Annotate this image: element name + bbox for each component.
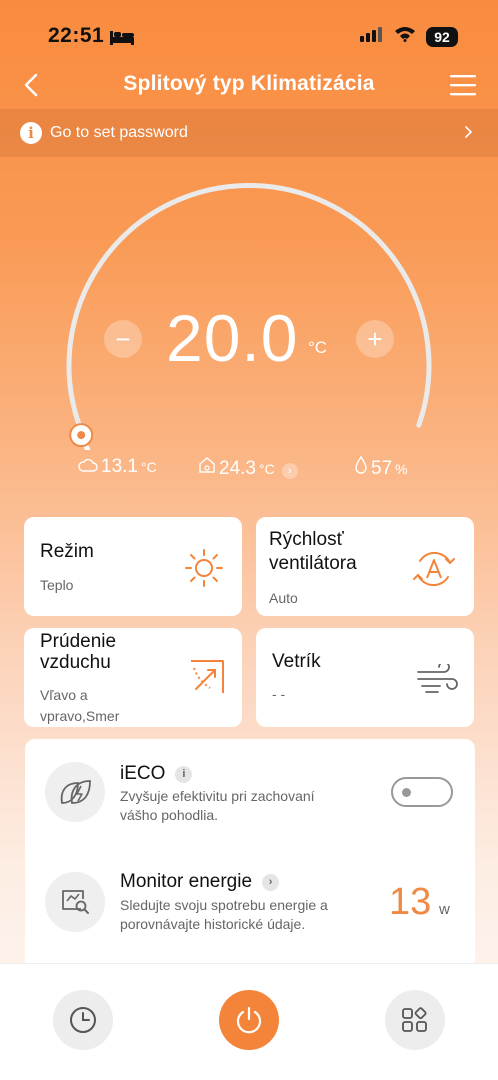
- status-indicators: 92: [360, 26, 458, 47]
- bottom-toolbar: [0, 963, 498, 1080]
- mode-card[interactable]: Režim Teplo: [24, 517, 242, 616]
- airflow-card[interactable]: Prúdenie vzduchu Vľavo a vpravo,Smer: [24, 628, 242, 727]
- outdoor-temp: 13.1: [101, 456, 138, 477]
- cloud-icon: [78, 458, 98, 472]
- features-panel: iECO i Zvyšuje efektivitu pri zachovaní …: [25, 739, 475, 979]
- fan-speed-card-title-line2: ventilátora: [269, 553, 357, 574]
- energy-title: Monitor energie: [120, 871, 253, 892]
- hamburger-menu-icon: [450, 75, 476, 96]
- wind-icon: [417, 664, 458, 693]
- mode-card-title: Režim: [40, 541, 94, 562]
- energy-chevron-right-icon[interactable]: ›: [262, 873, 280, 891]
- sleep-focus-icon: [110, 29, 134, 50]
- fan-auto-icon: [413, 551, 455, 587]
- eco-icon-badge: [45, 762, 105, 822]
- energy-power-value: 13: [389, 881, 432, 923]
- airflow-card-title-line1: Prúdenie: [40, 631, 117, 652]
- house-thermometer-icon: [199, 457, 215, 473]
- energy-icon-badge: [45, 872, 105, 932]
- indoor-temp: 24.3: [219, 458, 256, 479]
- environment-readings: 13.1 °C 24.3 °C › 57%: [0, 456, 498, 486]
- set-password-banner[interactable]: i Go to set password: [0, 109, 498, 157]
- eco-desc-line2: vášho pohodlia.: [120, 807, 219, 823]
- schedule-button[interactable]: [53, 990, 113, 1050]
- mode-card-value: Teplo: [40, 577, 74, 593]
- temperature-unit: °C: [308, 338, 328, 357]
- humidity-reading: 57%: [354, 456, 408, 480]
- dial-knob-center: [77, 431, 86, 440]
- humidity-value: 57: [371, 458, 393, 479]
- indoor-reading[interactable]: 24.3 °C ›: [198, 456, 298, 480]
- temperature-setpoint: 20.0: [166, 301, 299, 375]
- eco-toggle[interactable]: [391, 777, 453, 807]
- wifi-icon: [394, 26, 416, 47]
- apps-grid-icon: [402, 1007, 427, 1032]
- indoor-detail-chevron-icon[interactable]: ›: [281, 463, 298, 479]
- header: Splitový typ Klimatizácia: [0, 62, 498, 108]
- fan-speed-card[interactable]: Rýchlosť ventilátora Auto: [256, 517, 474, 616]
- energy-title-row[interactable]: Monitor energie ›: [120, 871, 280, 893]
- energy-desc-line2: porovnávajte historické údaje.: [120, 916, 306, 932]
- more-functions-button[interactable]: [385, 990, 445, 1050]
- fan-speed-card-value: Auto: [269, 590, 298, 606]
- energy-description: Sledujte svoju spotrebu energie a porovn…: [120, 896, 380, 934]
- battery-indicator: 92: [426, 26, 458, 47]
- eco-desc-line1: Zvyšuje efektivitu pri zachovaní: [120, 788, 315, 804]
- info-icon: i: [20, 122, 42, 144]
- page-title: Splitový typ Klimatizácia: [123, 72, 375, 95]
- eco-toggle-knob: [402, 788, 411, 797]
- airflow-card-value-line2: vpravo,Smer: [40, 708, 120, 724]
- status-time: 22:51: [48, 24, 105, 47]
- energy-power-unit: w: [439, 901, 450, 918]
- decrease-temp-button[interactable]: −: [104, 320, 142, 358]
- power-icon: [236, 1006, 262, 1034]
- breeze-card[interactable]: Vetrík - -: [256, 628, 474, 727]
- eco-leaf-icon: [60, 780, 91, 804]
- water-drop-icon: [355, 456, 367, 474]
- menu-button[interactable]: [448, 70, 478, 100]
- clock-icon: [70, 1007, 96, 1033]
- airflow-card-value-line1: Vľavo a: [40, 687, 88, 703]
- airflow-direction-icon: [191, 660, 224, 693]
- increase-temp-button[interactable]: +: [356, 320, 394, 358]
- outdoor-reading: 13.1 °C: [78, 456, 157, 478]
- chevron-right-icon: [464, 123, 474, 146]
- outdoor-temp-unit: °C: [140, 459, 157, 475]
- energy-desc-line1: Sledujte svoju spotrebu energie a: [120, 897, 328, 913]
- fan-speed-card-title-line1: Rýchlosť: [269, 529, 344, 550]
- cellular-signal-icon: [360, 26, 384, 47]
- eco-title: iECO: [120, 763, 166, 784]
- eco-info-icon[interactable]: i: [175, 765, 193, 783]
- power-button[interactable]: [219, 990, 279, 1050]
- humidity-unit: %: [395, 461, 408, 477]
- breeze-card-title: Vetrík: [272, 651, 321, 672]
- sun-icon: [185, 549, 223, 587]
- banner-text: Go to set password: [50, 124, 188, 141]
- status-bar: 22:51 92: [0, 0, 498, 70]
- eco-title-row: iECO i: [120, 763, 193, 785]
- airflow-card-title-line2: vzduchu: [40, 652, 111, 673]
- indoor-temp-unit: °C: [258, 461, 275, 477]
- energy-monitor-icon: [62, 890, 89, 914]
- eco-description: Zvyšuje efektivitu pri zachovaní vášho p…: [120, 787, 380, 825]
- breeze-card-value: - -: [272, 686, 286, 702]
